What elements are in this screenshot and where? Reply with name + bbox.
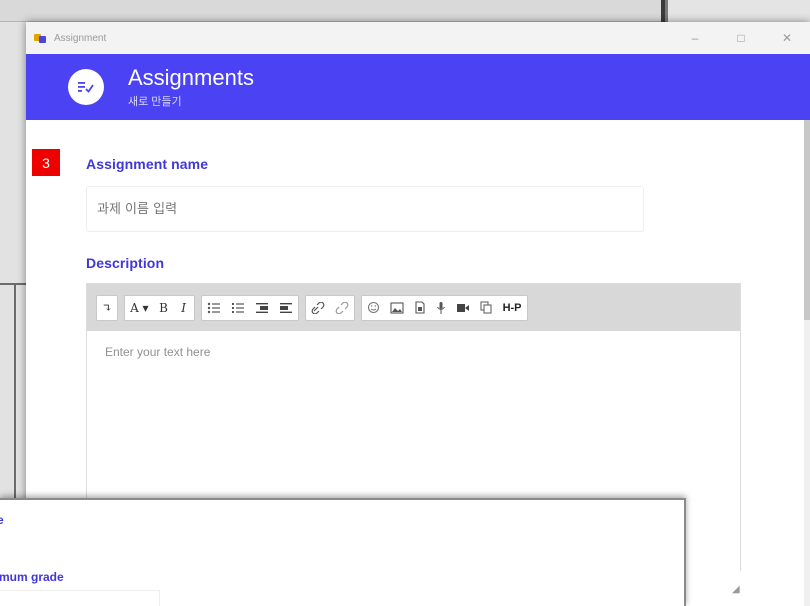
close-button[interactable]: ✕ — [764, 22, 810, 54]
record-video-icon[interactable] — [451, 296, 475, 320]
window-titlebar[interactable]: Assignment – □ ✕ — [26, 22, 810, 54]
window-title: Assignment — [54, 32, 107, 44]
toolbar-group-format: A ▾ B I — [124, 294, 195, 321]
page-subtitle: 새로 만들기 — [128, 95, 182, 108]
background-window-right — [668, 0, 810, 22]
toolbar-group-lists — [200, 294, 299, 321]
window-scrollbar[interactable] — [804, 120, 810, 606]
copy-icon[interactable] — [475, 296, 498, 320]
minimize-button[interactable]: – — [672, 22, 718, 54]
description-placeholder: Enter your text here — [105, 345, 211, 359]
maximize-button[interactable]: □ — [718, 22, 764, 54]
italic-button[interactable]: I — [174, 296, 194, 320]
resize-grip-icon[interactable]: ◢ — [732, 584, 740, 595]
background-window-border-vertical — [14, 283, 16, 498]
record-audio-icon[interactable] — [431, 296, 451, 320]
link-icon[interactable] — [306, 296, 330, 320]
bold-button[interactable]: B — [154, 296, 174, 320]
assignment-check-icon — [68, 69, 104, 105]
toolbar-group-links — [304, 294, 355, 321]
unlink-icon[interactable] — [330, 296, 354, 320]
bullet-list-icon[interactable] — [202, 296, 226, 320]
h5p-icon[interactable]: H-P — [498, 296, 527, 320]
scrollbar-thumb[interactable] — [804, 120, 810, 320]
assignment-name-input[interactable] — [86, 186, 644, 232]
page-header: Assignments 새로 만들기 — [26, 54, 810, 120]
step-badge: 3 — [32, 149, 60, 176]
toolbar-group-expand: ↴ — [96, 294, 119, 321]
numbered-list-icon[interactable] — [226, 296, 250, 320]
assignment-name-label: Assignment name — [86, 156, 209, 172]
overlapping-window: e mum grade — [0, 498, 686, 606]
background-window-titlebar — [0, 0, 665, 22]
file-icon[interactable] — [409, 296, 431, 320]
maximum-grade-label: mum grade — [0, 570, 64, 584]
page-title: Assignments — [128, 64, 254, 90]
expand-toolbar-button[interactable]: ↴ — [97, 296, 117, 320]
indent-icon[interactable] — [250, 296, 274, 320]
description-label: Description — [86, 255, 165, 271]
window-controls: – □ ✕ — [672, 22, 810, 54]
outdent-icon[interactable] — [274, 296, 298, 320]
toolbar-group-insert: H-P — [360, 294, 528, 321]
image-icon[interactable] — [385, 296, 409, 320]
maximum-grade-field[interactable] — [0, 590, 160, 606]
font-size-button[interactable]: A ▾ — [125, 296, 154, 320]
editor-toolbar: ↴ A ▾ B I H-P — [87, 284, 740, 331]
app-icon — [34, 32, 48, 44]
emoji-icon[interactable] — [362, 296, 385, 320]
overlapping-window-label: e — [0, 513, 4, 527]
